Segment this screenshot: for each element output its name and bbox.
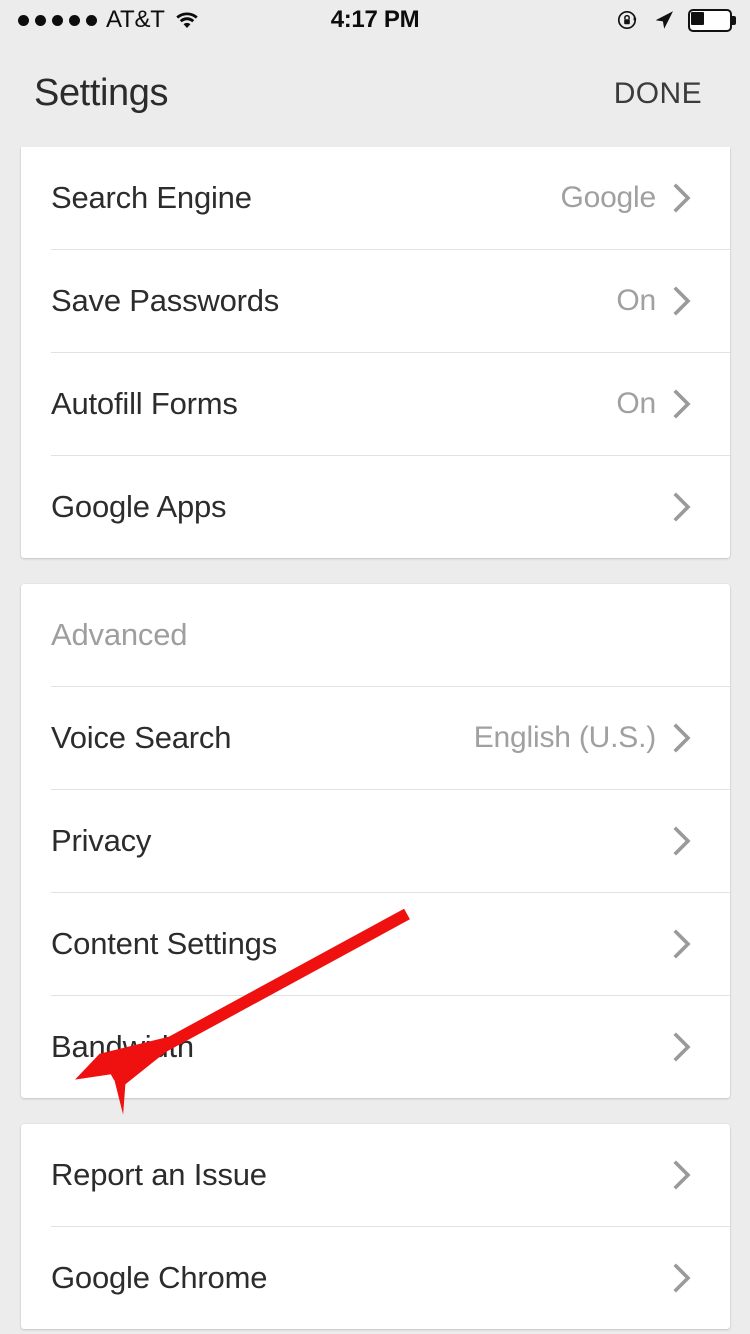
settings-row-label: Save Passwords — [51, 283, 280, 318]
navigation-bar: Settings DONE — [0, 40, 750, 147]
settings-row-label: Report an Issue — [51, 1157, 267, 1192]
settings-row-accessory: Google — [560, 181, 692, 215]
chevron-right-icon — [672, 1263, 692, 1293]
chevron-right-icon — [672, 183, 692, 213]
chevron-right-icon — [672, 826, 692, 856]
settings-row-label: Privacy — [51, 823, 152, 858]
battery-icon — [688, 8, 736, 32]
section-header-label: Advanced — [51, 617, 188, 652]
settings-row-report-an-issue[interactable]: Report an Issue — [21, 1124, 730, 1226]
chevron-right-icon — [672, 1160, 692, 1190]
settings-row-value: On — [616, 284, 656, 317]
settings-card: Advanced Voice Search English (U.S.) Privac… — [21, 584, 730, 1098]
settings-row-accessory — [672, 826, 692, 856]
settings-row-google-apps[interactable]: Google Apps — [21, 456, 730, 558]
settings-row-google-chrome[interactable]: Google Chrome — [21, 1227, 730, 1329]
settings-row-label: Content Settings — [51, 926, 278, 961]
settings-row-value: Google — [560, 181, 656, 214]
settings-row-save-passwords[interactable]: Save Passwords On — [21, 250, 730, 352]
chevron-right-icon — [672, 929, 692, 959]
clock-label: 4:17 PM — [330, 6, 420, 33]
settings-row-accessory — [672, 1160, 692, 1190]
settings-row-accessory — [672, 1032, 692, 1062]
rotation-lock-icon — [616, 8, 640, 32]
settings-card: Search Engine Google Save Passwords On Autof… — [21, 147, 730, 558]
chevron-right-icon — [672, 1032, 692, 1062]
settings-row-search-engine[interactable]: Search Engine Google — [21, 147, 730, 249]
page-title: Settings — [34, 72, 169, 114]
chevron-right-icon — [672, 492, 692, 522]
settings-list[interactable]: Search Engine Google Save Passwords On Autof… — [0, 147, 750, 1334]
settings-row-accessory — [672, 1263, 692, 1293]
settings-row-accessory: On — [616, 387, 692, 421]
settings-row-label: Autofill Forms — [51, 386, 238, 421]
settings-row-label: Google Apps — [51, 489, 227, 524]
settings-row-accessory: English (U.S.) — [474, 721, 692, 755]
status-bar: AT&T 4:17 PM — [0, 0, 750, 40]
settings-row-content-settings[interactable]: Content Settings — [21, 893, 730, 995]
settings-row-label: Bandwidth — [51, 1029, 194, 1064]
settings-row-autofill-forms[interactable]: Autofill Forms On — [21, 353, 730, 455]
settings-row-label: Google Chrome — [51, 1260, 268, 1295]
settings-row-accessory — [672, 929, 692, 959]
chevron-right-icon — [672, 389, 692, 419]
settings-card: Report an Issue Google Chrome — [21, 1124, 730, 1329]
chevron-right-icon — [672, 723, 692, 753]
done-button[interactable]: DONE — [614, 77, 702, 111]
settings-row-value: On — [616, 387, 656, 420]
settings-row-accessory: On — [616, 284, 692, 318]
settings-row-label: Search Engine — [51, 180, 252, 215]
phone-screen: AT&T 4:17 PM Settings DONE Search Engine… — [0, 0, 750, 1334]
settings-row-accessory — [672, 492, 692, 522]
status-bar-right — [616, 0, 736, 40]
settings-row-voice-search[interactable]: Voice Search English (U.S.) — [21, 687, 730, 789]
settings-row-bandwidth[interactable]: Bandwidth — [21, 996, 730, 1098]
settings-row-value: English (U.S.) — [473, 721, 656, 754]
section-header-advanced: Advanced — [21, 584, 730, 686]
chevron-right-icon — [672, 286, 692, 316]
location-arrow-icon — [653, 9, 675, 31]
settings-row-privacy[interactable]: Privacy — [21, 790, 730, 892]
settings-row-label: Voice Search — [51, 720, 232, 755]
